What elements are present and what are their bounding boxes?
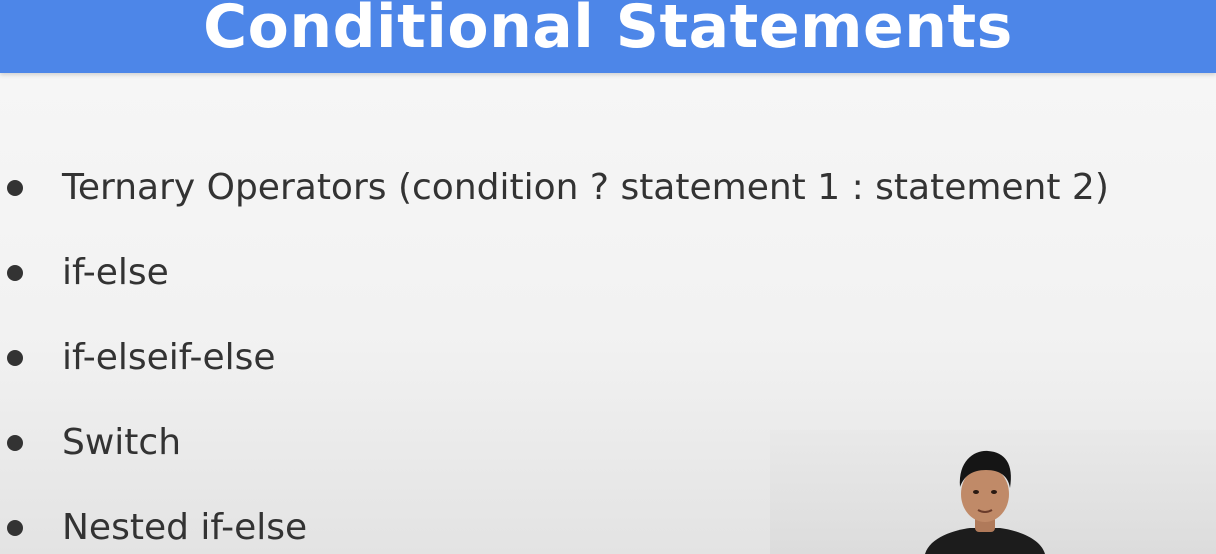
- bullet-text-nested-if-else: Nested if-else: [62, 507, 308, 548]
- presenter-eye-left: [973, 490, 979, 494]
- presenter-video-thumbnail: [925, 450, 1045, 554]
- bullet-dot-icon: [7, 520, 23, 536]
- bullet-dot-icon: [7, 350, 23, 366]
- bullet-text-switch: Switch: [62, 422, 182, 463]
- bullet-dot-icon: [7, 435, 23, 451]
- list-item: if-else: [0, 235, 1216, 320]
- bullet-text-ternary: Ternary Operators (condition ? statement…: [62, 167, 1109, 208]
- list-item: Ternary Operators (condition ? statement…: [0, 150, 1216, 235]
- title-bar: Conditional Statements: [0, 0, 1216, 73]
- slide-title: Conditional Statements: [203, 0, 1013, 62]
- bullet-text-if-else: if-else: [62, 252, 169, 293]
- presenter-video-panel: [770, 430, 1216, 554]
- bullet-text-if-elseif-else: if-elseif-else: [62, 337, 276, 378]
- presenter-eye-right: [991, 490, 997, 494]
- bullet-dot-icon: [7, 180, 23, 196]
- list-item: if-elseif-else: [0, 320, 1216, 405]
- bullet-dot-icon: [7, 265, 23, 281]
- slide: Conditional Statements Ternary Operators…: [0, 0, 1216, 554]
